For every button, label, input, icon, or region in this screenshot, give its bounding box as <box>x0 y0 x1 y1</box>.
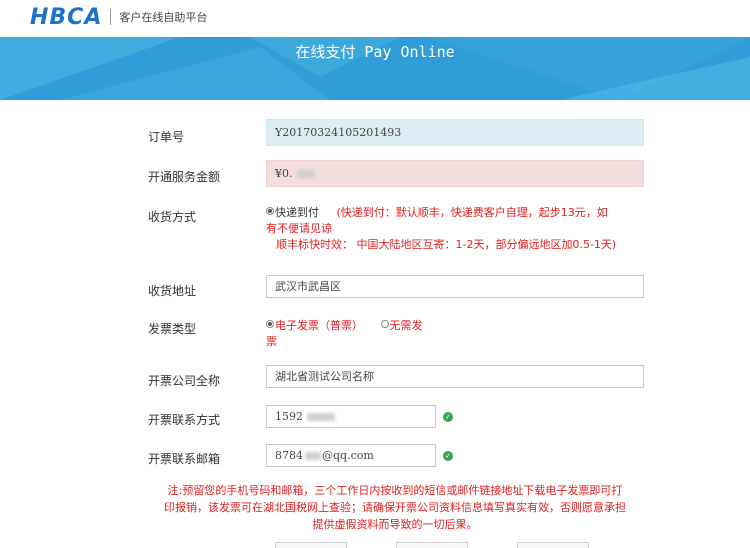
email-input[interactable]: 8784 @qq.com <box>266 444 436 467</box>
order-no-field: Y20170324105201493 <box>266 119 644 146</box>
phone-valid-icon: ✓ <box>443 412 453 422</box>
shipping-hint-2: 有不便请见谅 <box>266 222 332 235</box>
address-input[interactable]: 武汉市武昌区 <box>266 275 644 298</box>
shipping-label: 收货方式 <box>148 210 197 224</box>
logo-divider <box>110 9 112 25</box>
email-redaction <box>305 452 321 460</box>
platform-subtitle: 客户在线自助平台 <box>119 11 208 24</box>
radio-selected-icon <box>266 207 274 215</box>
shipping-hint-3: 顺丰标快时效： 中国大陆地区互寄：1-2天，部分偏远地区加0.5-1天) <box>276 238 617 251</box>
address-value: 武汉市武昌区 <box>275 280 341 293</box>
invoice-radio-none[interactable]: 无需发 <box>380 319 423 332</box>
phone-input[interactable]: 1592 <box>266 405 436 428</box>
phone-value: 1592 <box>275 410 303 423</box>
shipping-hint-1: (快递到付：默认顺丰，快递费客户自理，起步13元，如 <box>336 206 608 219</box>
invoice-type-options: 电子发票（普票） 无需发 票 <box>266 318 466 350</box>
email-valid-icon: ✓ <box>443 451 453 461</box>
email-value-start: 8784 <box>275 449 303 462</box>
logo-text: HBCA <box>30 4 103 30</box>
notice-line-2: 印报销，该发票可在湖北国税网上查验；请确保开票公司资料信息填写真实有效，否则愿意… <box>164 501 626 514</box>
shipping-options: 快递到付 (快递到付：默认顺丰，快递费客户自理，起步13元，如 有不便请见谅 顺… <box>266 205 651 253</box>
amount-label: 开通服务金额 <box>148 170 221 184</box>
bottom-button-3[interactable] <box>517 542 589 548</box>
invoice-option-none: 无需发 <box>389 319 423 332</box>
order-no-value: Y20170324105201493 <box>275 126 402 139</box>
order-no-label: 订单号 <box>148 130 185 144</box>
logo[interactable]: HBCA 客户在线自助平台 <box>30 4 208 30</box>
shipping-radio[interactable]: 快递到付 <box>266 206 319 219</box>
company-input[interactable]: 湖北省测试公司名称 <box>266 365 644 388</box>
invoice-option-electronic: 电子发票（普票） <box>275 319 363 332</box>
shipping-option-label: 快递到付 <box>275 206 319 219</box>
invoice-type-label: 发票类型 <box>148 322 197 336</box>
invoice-radio-electronic[interactable]: 电子发票（普票） <box>266 319 363 332</box>
email-label: 开票联系邮箱 <box>148 452 221 466</box>
email-value-end: @qq.com <box>322 449 374 462</box>
bottom-button-1[interactable] <box>275 542 347 548</box>
page-banner: 在线支付 Pay Online <box>0 37 750 100</box>
phone-label: 开票联系方式 <box>148 413 221 427</box>
company-label: 开票公司全称 <box>148 374 221 388</box>
phone-redaction <box>307 413 335 421</box>
top-bar: HBCA 客户在线自助平台 <box>0 0 750 37</box>
amount-field: ¥0. <box>266 160 644 187</box>
company-value: 湖北省测试公司名称 <box>275 370 374 383</box>
notice-line-1: 注:预留您的手机号码和邮箱，三个工作日内按收到的短信或邮件链接地址下载电子发票即… <box>167 484 623 497</box>
page-title: 在线支付 Pay Online <box>295 43 455 61</box>
bottom-button-2[interactable] <box>396 542 468 548</box>
invoice-notice: 注:预留您的手机号码和邮箱，三个工作日内按收到的短信或邮件链接地址下载电子发票即… <box>145 482 645 533</box>
amount-value: ¥0. <box>275 167 293 180</box>
notice-line-3: 提供虚假资料而导致的一切后果。 <box>312 518 478 531</box>
radio-unselected-icon <box>380 320 389 328</box>
amount-redaction <box>296 170 315 178</box>
invoice-option-wrap: 票 <box>266 335 277 348</box>
address-label: 收货地址 <box>148 284 197 298</box>
radio-selected-icon <box>266 320 274 328</box>
